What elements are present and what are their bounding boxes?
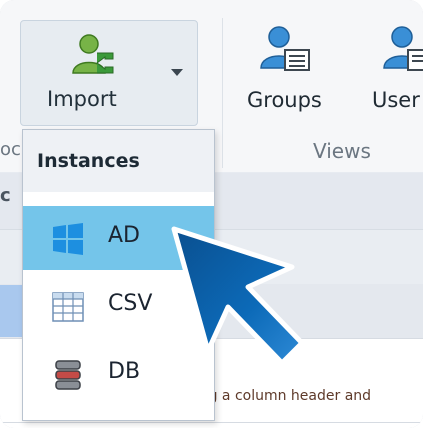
mouse-pointer-icon	[171, 226, 305, 366]
groups-label: Groups	[247, 88, 322, 112]
import-users-icon	[72, 34, 114, 74]
database-icon	[55, 360, 81, 390]
import-split-button[interactable]: Import	[20, 20, 198, 126]
dropdown-header: Instances	[23, 130, 214, 192]
users-icon	[383, 26, 423, 71]
menu-item-label: CSV	[108, 291, 153, 316]
csv-grid-icon	[52, 292, 84, 322]
list-row-label-fragment: c	[0, 185, 11, 206]
group-by-hint: ag a column header and	[200, 388, 372, 404]
windows-icon	[53, 223, 83, 255]
groups-button[interactable]: Groups	[247, 22, 337, 122]
views-group-label: Views	[313, 139, 371, 163]
import-label: Import	[47, 87, 117, 111]
menu-item-label: AD	[108, 223, 140, 248]
chevron-down-icon[interactable]	[171, 69, 183, 76]
users-label: User	[372, 88, 420, 112]
ribbon-separator	[222, 18, 223, 168]
app-window: Import Groups User oc Views c ag a colum…	[0, 0, 423, 428]
dropdown-title: Instances	[37, 150, 140, 172]
divider	[0, 422, 423, 423]
users-button[interactable]: User	[370, 22, 423, 122]
selected-row-indicator	[0, 285, 24, 337]
groups-icon	[260, 26, 310, 71]
ribbon-group-label-fragment: oc	[0, 139, 21, 160]
menu-item-label: DB	[108, 359, 141, 384]
